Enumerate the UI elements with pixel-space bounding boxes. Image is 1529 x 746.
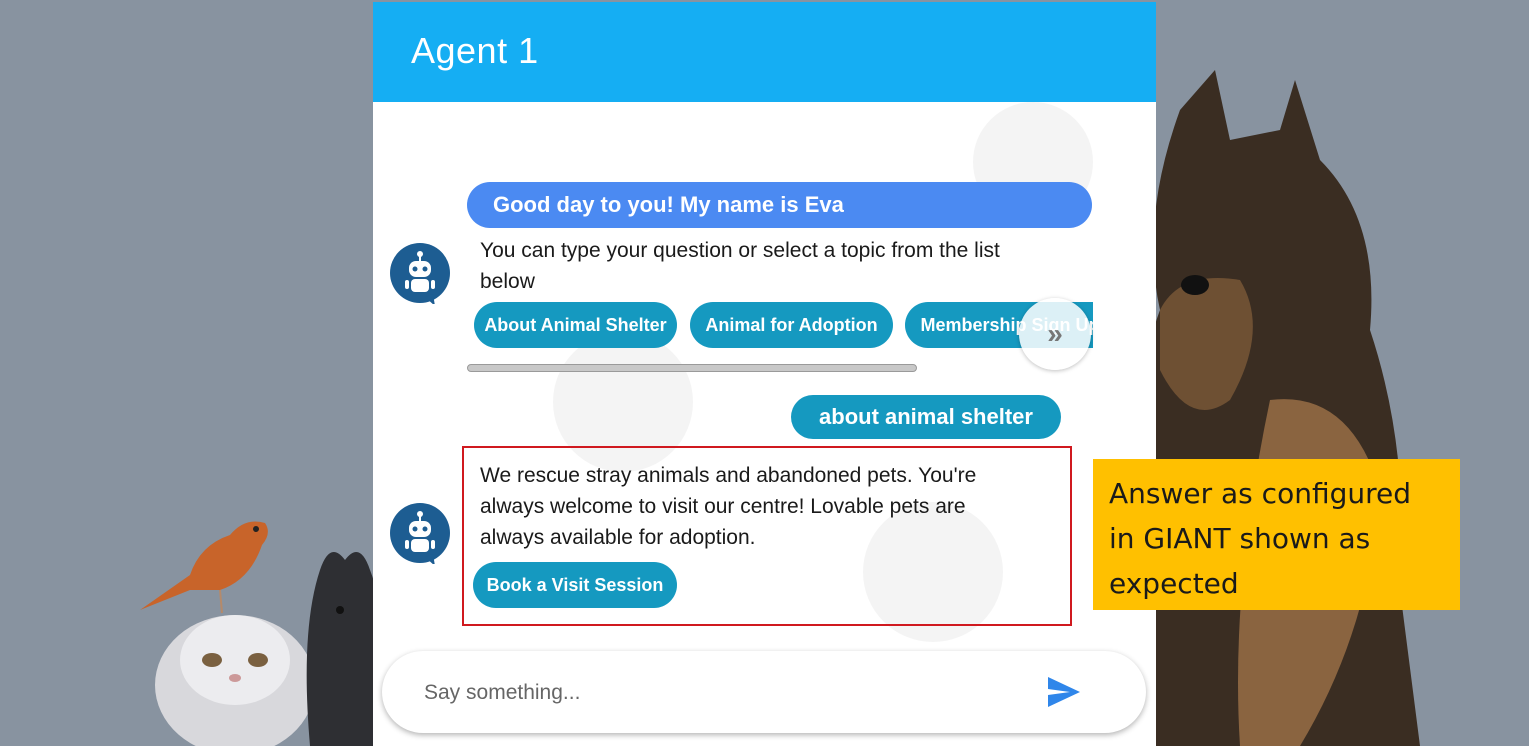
robot-icon — [390, 503, 450, 564]
intro-text-line1: You can type your question or select a t… — [480, 239, 1000, 262]
cat-image — [155, 615, 315, 746]
callout-line2: in GIANT shown as — [1109, 522, 1371, 555]
chat-window: Agent 1 Good day to you! My name is Eva … — [373, 2, 1156, 746]
answer-text-line1: We rescue stray animals and abandoned pe… — [480, 464, 977, 487]
annotation-callout: Answer as configured in GIANT shown as e… — [1093, 459, 1460, 610]
greeting-bubble: Good day to you! My name is Eva — [467, 182, 1092, 228]
topic-chip-about-animal-shelter[interactable]: About Animal Shelter — [474, 302, 677, 348]
chat-header: Agent 1 — [373, 2, 1156, 102]
chat-title: Agent 1 — [411, 30, 539, 71]
double-chevron-right-icon[interactable]: » — [1019, 298, 1091, 370]
send-icon[interactable] — [1046, 675, 1082, 709]
dog-image — [1127, 70, 1420, 746]
intro-text-line2: below — [480, 270, 535, 293]
callout-line1: Answer as configured — [1109, 477, 1411, 510]
topic-chip-animal-for-adoption[interactable]: Animal for Adoption — [690, 302, 893, 348]
book-visit-session-button[interactable]: Book a Visit Session — [473, 562, 677, 608]
topic-scrollbar[interactable] — [467, 364, 917, 372]
chat-body[interactable]: Good day to you! My name is Eva You can … — [373, 102, 1156, 746]
answer-text-line3: always available for adoption. — [480, 526, 756, 549]
topic-chips: About Animal Shelter Animal for Adoption… — [470, 302, 1093, 352]
answer-text-line2: always welcome to visit our centre! Lova… — [480, 495, 966, 518]
callout-line3: expected — [1109, 567, 1239, 600]
user-message-bubble: about animal shelter — [791, 395, 1061, 439]
message-input-bar — [382, 651, 1146, 733]
robot-icon — [390, 243, 450, 304]
message-input[interactable] — [422, 675, 1026, 711]
